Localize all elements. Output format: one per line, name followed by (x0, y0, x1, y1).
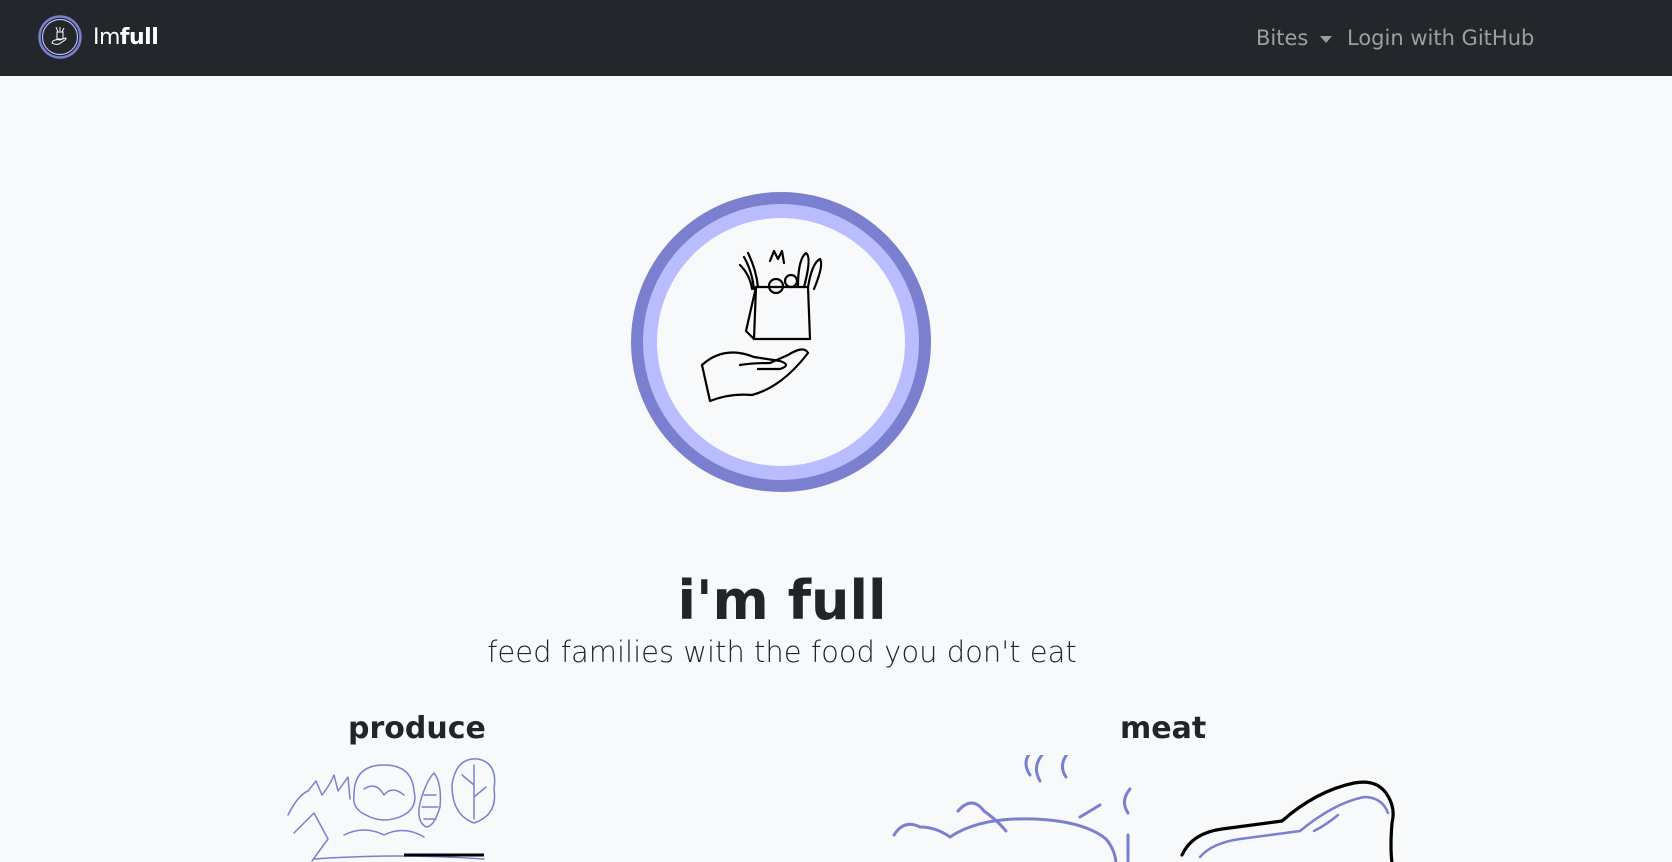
top-navbar: Imfull Bites Login with GitHub (0, 0, 1672, 76)
hero-logo-icon (631, 192, 931, 492)
vegetables-icon[interactable] (284, 755, 528, 862)
bites-dropdown-toggle[interactable]: Bites (1256, 26, 1333, 50)
login-github-link[interactable]: Login with GitHub (1347, 26, 1534, 50)
brand-link[interactable]: Imfull (38, 15, 159, 59)
page-subtitle: feed families with the food you don't ea… (487, 635, 1077, 669)
page-title: i'm full (677, 569, 887, 632)
brand-name-bold: full (119, 24, 159, 50)
roast-chicken-steak-icon[interactable] (890, 755, 1430, 862)
bites-label: Bites (1256, 26, 1309, 50)
brand-logo-icon (38, 15, 82, 59)
category-meat-label: meat (1120, 711, 1207, 746)
category-produce-label: produce (348, 711, 486, 746)
nav-bites-wrapper: Bites (1256, 0, 1333, 76)
caret-down-icon (1320, 35, 1333, 43)
brand-name-prefix: Im (93, 24, 120, 50)
nav-login-wrapper: Login with GitHub (1347, 0, 1534, 76)
brand-name: Imfull (93, 24, 159, 50)
